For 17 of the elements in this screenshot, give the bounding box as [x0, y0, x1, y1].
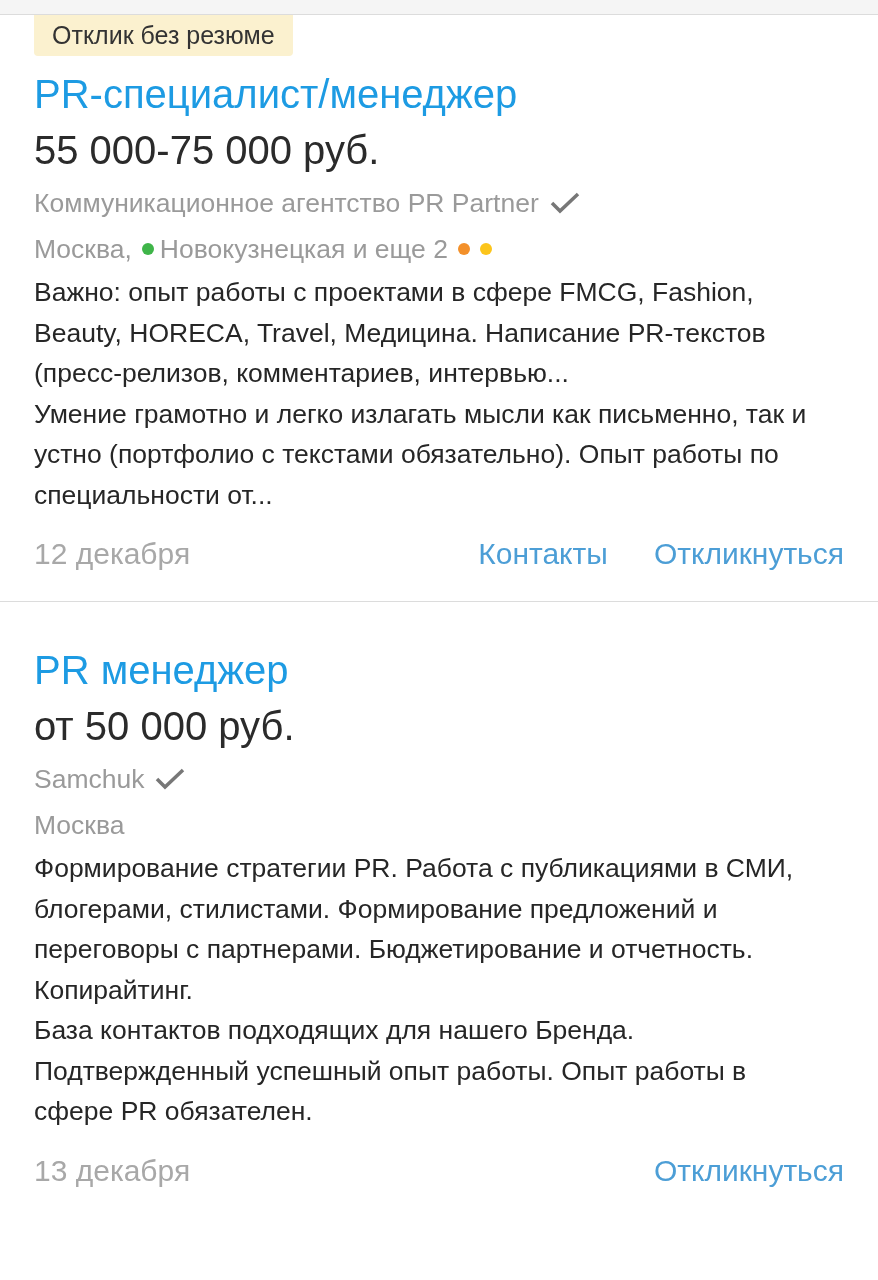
salary: 55 000-75 000 руб. [34, 127, 381, 174]
vacancy-description: Важно: опыт работы с проектами в сфере FMCG, Fashion, Beauty, HORECA, Travel, Медицина. Написание PR-текстов (пресс-релизов, комментариев, интервью... Умение грамотно и легко излагать мысли как письменно, так и устно (портфолио с текстами обязательно). Опыт работы по специальности от... [34, 276, 808, 512]
badge: Отклик без резюме [34, 15, 293, 56]
city: Москва, [34, 233, 132, 265]
vacancy-title[interactable]: PR менеджер [34, 646, 844, 694]
vacancy-title[interactable]: PR-специалист/менеджер [34, 70, 844, 118]
contacts-link[interactable]: Контакты [478, 537, 608, 571]
respond-link[interactable]: Откликнуться [653, 537, 844, 571]
company-name: Samchuk [34, 763, 145, 795]
respond-link[interactable]: Откликнуться [653, 1153, 844, 1188]
salary: от 50 000 руб. [34, 703, 296, 750]
date: 13 декабря [34, 1153, 192, 1188]
company-name: Коммуникационное агентство PR Partner [34, 187, 539, 219]
city: Москва [34, 809, 125, 841]
date: 12 декабря [34, 537, 192, 571]
metro-station: Новокузнецкая и еще 2 [159, 233, 448, 265]
vacancy-description: Формирование стратегии PR. Работа с публикациями в СМИ, блогерами, стилистами. Формирование предложений и переговоры с партнерами. Бюджетирование и отчетность. Копирайтинг. База контактов подходящих для нашего Бренда. Подтвержденный успешный опыт работы. Опыт работы в сфере PR обязателен. [34, 852, 795, 1128]
